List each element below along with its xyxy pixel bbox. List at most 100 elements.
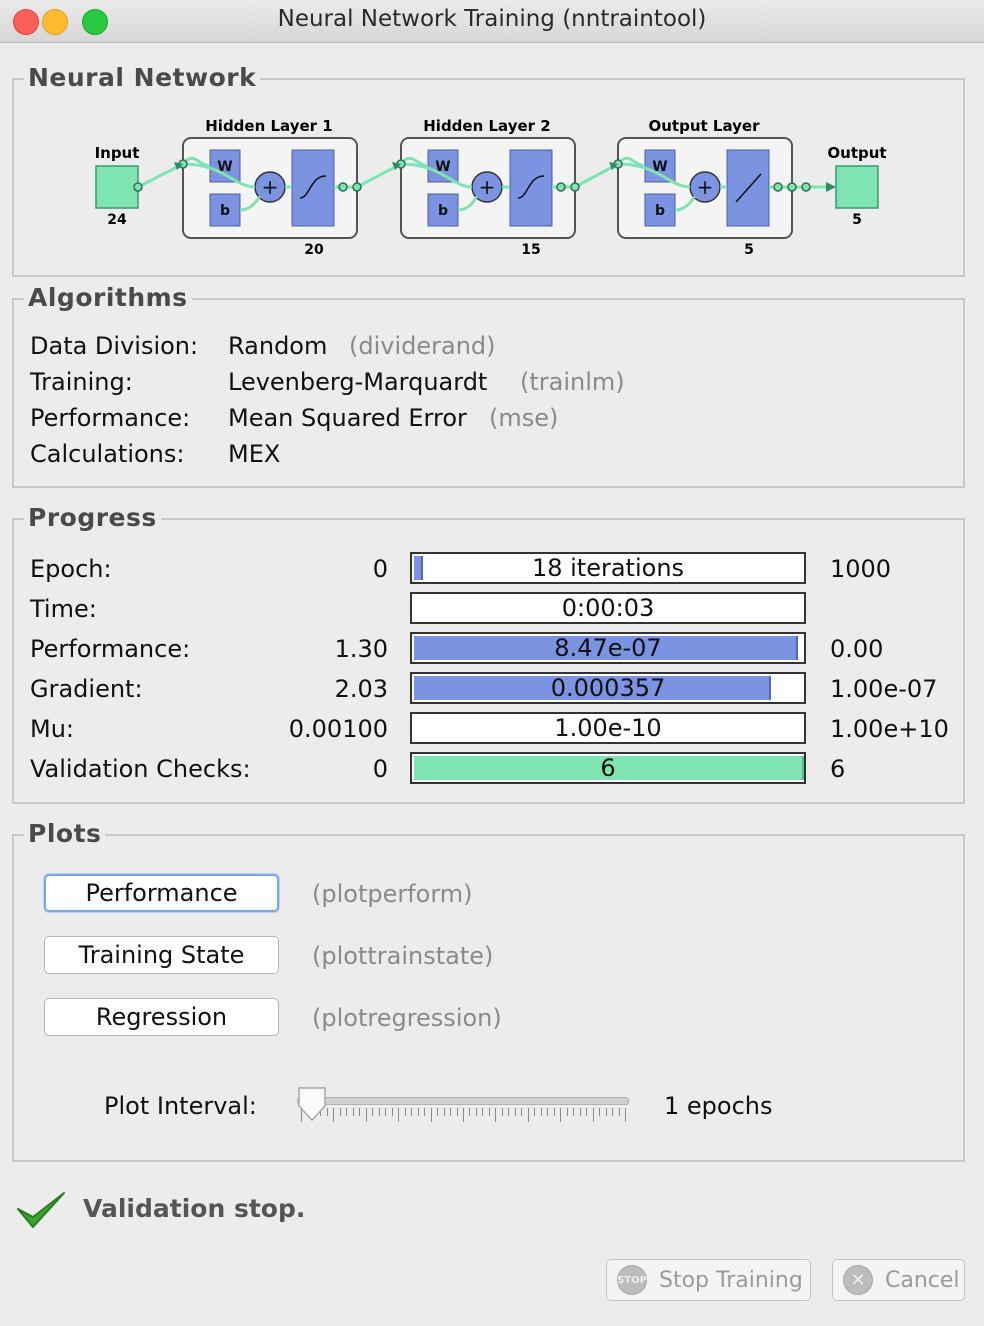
slider-tick <box>508 1108 510 1116</box>
stop-icon: STOP <box>617 1265 647 1295</box>
network-diagram: Input 24 Hidden Layer 1 W b + 20 Hidden … <box>95 117 887 258</box>
hidden-layer-2-size: 15 <box>521 242 540 258</box>
gradient-progress-bar: 0.000357 <box>410 672 806 704</box>
plot-performance-button[interactable]: Performance <box>44 874 279 912</box>
slider-tick <box>566 1108 568 1116</box>
validation-checks-progress-bar: 6 <box>410 752 806 784</box>
slider-tick <box>560 1108 562 1122</box>
data-division-fn: (dividerand) <box>349 332 496 360</box>
plot-training-state-fn: (plottrainstate) <box>312 942 494 970</box>
slider-tick <box>469 1108 471 1116</box>
output-layer-bias-label: b <box>655 203 665 219</box>
plot-interval-label: Plot Interval: <box>104 1092 257 1120</box>
gradient-label: Gradient: <box>30 675 143 703</box>
data-division-label: Data Division: <box>30 332 199 360</box>
slider-tick <box>378 1108 380 1116</box>
slider-tick <box>430 1108 432 1122</box>
output-layer-size: 5 <box>744 242 754 258</box>
cancel-icon: ✕ <box>843 1265 873 1295</box>
output-layer-sum-symbol: + <box>697 175 714 199</box>
epoch-label: Epoch: <box>30 555 112 583</box>
hidden-layer-1-size: 20 <box>304 242 324 258</box>
stop-training-label: Stop Training <box>659 1267 803 1293</box>
plot-interval-value: 1 epochs <box>664 1092 773 1120</box>
hidden-layer-1-tansig-icon <box>291 149 335 227</box>
slider-tick <box>579 1108 581 1116</box>
hidden-layer-1-sum-symbol: + <box>262 175 279 199</box>
slider-tick <box>553 1108 555 1116</box>
algorithms-legend: Algorithms <box>24 283 192 312</box>
cancel-button[interactable]: ✕ Cancel <box>832 1259 965 1301</box>
training-label: Training: <box>30 368 133 396</box>
slider-tick <box>385 1108 387 1116</box>
slider-tick <box>618 1108 620 1116</box>
performance-value: Mean Squared Error <box>228 404 467 432</box>
mu-label: Mu: <box>30 715 75 743</box>
slider-tick <box>540 1108 542 1116</box>
slider-tick <box>404 1108 406 1116</box>
slider-tick <box>365 1108 367 1122</box>
slider-tick <box>456 1108 458 1116</box>
output-label: Output <box>827 144 886 162</box>
mu-progress-bar: 1.00e-10 <box>410 712 806 744</box>
performance-progress-bar: 8.47e-07 <box>410 632 806 664</box>
hidden-layer-2-tansig-icon <box>509 149 553 227</box>
slider-tick <box>463 1108 464 1122</box>
slider-tick <box>333 1108 335 1122</box>
slider-tick <box>501 1108 503 1116</box>
slider-tick <box>339 1108 341 1116</box>
slider-tick <box>547 1108 549 1116</box>
hidden-layer-2-label: Hidden Layer 2 <box>423 117 550 135</box>
slider-tick <box>391 1108 393 1116</box>
plot-interval-slider[interactable] <box>297 1086 629 1136</box>
time-label: Time: <box>30 595 97 623</box>
checkmark-icon <box>17 1192 65 1228</box>
time-current: 0:00:03 <box>561 594 655 622</box>
mu-start: 0.00100 <box>288 715 388 743</box>
slider-track <box>297 1097 629 1105</box>
slider-tick <box>482 1108 484 1116</box>
performance-end: 0.00 <box>830 635 884 663</box>
hidden-layer-2-sum-symbol: + <box>479 175 496 199</box>
plot-performance-fn: (plotperform) <box>312 880 473 908</box>
gradient-start: 2.03 <box>334 675 388 703</box>
epoch-current: 18 iterations <box>531 554 685 582</box>
stop-training-button[interactable]: STOP Stop Training <box>606 1259 811 1301</box>
slider-tick <box>514 1108 516 1116</box>
performance-label: Performance: <box>30 404 191 432</box>
slider-tick <box>326 1108 328 1116</box>
slider-ticks <box>301 1108 626 1124</box>
output-block <box>835 165 879 209</box>
plot-regression-fn: (plotregression) <box>312 1004 502 1032</box>
hidden-layer-1-bias-label: b <box>220 203 230 219</box>
slider-tick <box>534 1108 536 1116</box>
progress-group: Progress Epoch: 0 18 iterations 1000 Tim… <box>12 503 965 804</box>
slider-tick <box>359 1108 361 1116</box>
slider-tick <box>573 1108 575 1116</box>
validation-checks-current: 6 <box>600 754 616 782</box>
title-bar: Neural Network Training (nntraintool) <box>0 0 984 43</box>
slider-tick <box>586 1108 588 1116</box>
status-text: Validation stop. <box>83 1194 306 1223</box>
slider-tick <box>475 1108 477 1116</box>
progress-legend: Progress <box>24 503 161 532</box>
gradient-end: 1.00e-07 <box>830 675 938 703</box>
algorithms-group: Algorithms Data Division: Random (divide… <box>12 283 965 488</box>
slider-tick <box>424 1108 426 1116</box>
slider-tick <box>443 1108 445 1116</box>
plot-training-state-button[interactable]: Training State <box>44 936 279 974</box>
slider-tick <box>592 1108 594 1122</box>
data-division-value: Random <box>228 332 328 360</box>
training-fn: (trainlm) <box>520 368 625 396</box>
plot-regression-button[interactable]: Regression <box>44 998 279 1036</box>
validation-checks-start: 0 <box>372 755 388 783</box>
performance-fn: (mse) <box>489 404 559 432</box>
input-label: Input <box>95 144 140 162</box>
input-block <box>95 165 139 209</box>
slider-tick <box>417 1108 419 1116</box>
performance-progress-label: Performance: <box>30 635 191 663</box>
calculations-value: MEX <box>228 440 281 468</box>
slider-thumb[interactable] <box>297 1086 327 1122</box>
slider-tick <box>398 1108 400 1122</box>
hidden-layer-1-label: Hidden Layer 1 <box>205 117 332 135</box>
